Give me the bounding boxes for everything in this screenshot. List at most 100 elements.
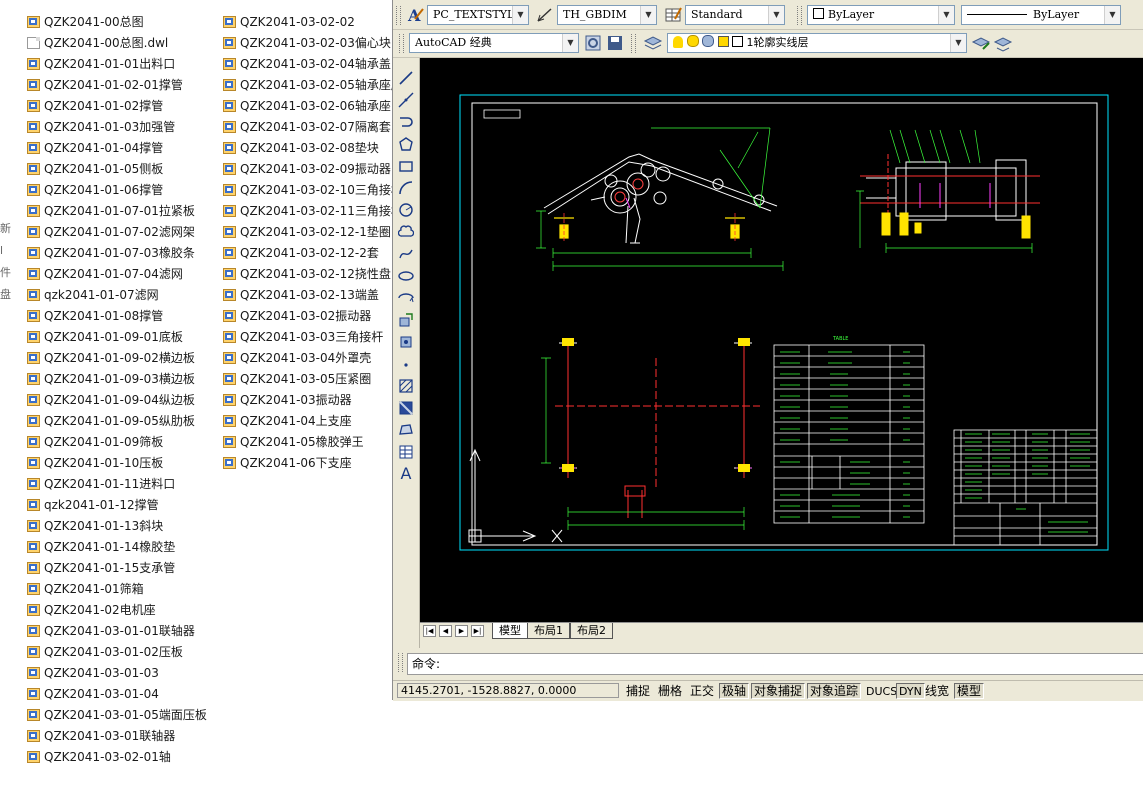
- file-list-item[interactable]: QZK2041-03-02-06轴承座: [223, 96, 403, 117]
- file-list-item[interactable]: QZK2041-03-03三角接杆: [223, 327, 403, 348]
- gradient-tool-icon[interactable]: [395, 398, 417, 418]
- file-list-item[interactable]: QZK2041-01-09-03横边板: [27, 369, 207, 390]
- ellipse-arc-tool-icon[interactable]: [395, 288, 417, 308]
- file-list-item[interactable]: QZK2041-01筛箱: [27, 579, 207, 600]
- ellipse-tool-icon[interactable]: [395, 266, 417, 286]
- osnap-toggle[interactable]: 对象捕捉: [751, 683, 806, 699]
- multiline-text-tool-icon[interactable]: A: [395, 464, 417, 484]
- file-list-item[interactable]: QZK2041-03-05压紧圈: [223, 369, 403, 390]
- tab-layout1[interactable]: 布局1: [527, 623, 570, 639]
- linetype-dropdown[interactable]: ByLayer ▼: [961, 5, 1121, 25]
- file-list-item[interactable]: QZK2041-03-02-01轴: [27, 747, 207, 768]
- file-list-item[interactable]: QZK2041-03-02-10三角接杆: [223, 180, 403, 201]
- file-list-item[interactable]: QZK2041-01-11进料口: [27, 474, 207, 495]
- file-list-item[interactable]: QZK2041-01-09-02横边板: [27, 348, 207, 369]
- hatch-tool-icon[interactable]: [395, 376, 417, 396]
- file-list-item[interactable]: QZK2041-01-09筛板: [27, 432, 207, 453]
- file-list-item[interactable]: QZK2041-01-02-01撑管: [27, 75, 207, 96]
- file-list-item[interactable]: QZK2041-04上支座: [223, 411, 403, 432]
- construction-line-tool-icon[interactable]: [395, 90, 417, 110]
- file-list-item[interactable]: QZK2041-01-15支承管: [27, 558, 207, 579]
- file-list-item[interactable]: QZK2041-03-02-09振动器內: [223, 159, 403, 180]
- color-dropdown[interactable]: ByLayer ▼: [807, 5, 955, 25]
- file-list-item[interactable]: QZK2041-03-02-05轴承座压: [223, 75, 403, 96]
- model-space-toggle[interactable]: 模型: [954, 683, 985, 699]
- table-style-icon[interactable]: [663, 5, 683, 25]
- command-grip[interactable]: [398, 653, 403, 672]
- file-list-item[interactable]: QZK2041-03-02-08垫块: [223, 138, 403, 159]
- arc-tool-icon[interactable]: [395, 178, 417, 198]
- file-list-item[interactable]: qzk2041-01-12撑管: [27, 495, 207, 516]
- polygon-tool-icon[interactable]: [395, 134, 417, 154]
- file-list-item[interactable]: QZK2041-03-01-05端面压板: [27, 705, 207, 726]
- file-list-item[interactable]: QZK2041-03-02-03偏心块: [223, 33, 403, 54]
- text-style-dropdown[interactable]: PC_TEXTSTYLE ▼: [427, 5, 529, 25]
- file-list-item[interactable]: QZK2041-03-01-02压板: [27, 642, 207, 663]
- file-list-item[interactable]: QZK2041-01-09-01底板: [27, 327, 207, 348]
- file-list-item[interactable]: qzk2041-01-07滤网: [27, 285, 207, 306]
- revision-cloud-tool-icon[interactable]: [395, 222, 417, 242]
- file-list-item[interactable]: QZK2041-01-10压板: [27, 453, 207, 474]
- lineweight-toggle[interactable]: 线宽: [922, 683, 952, 699]
- file-list-item[interactable]: QZK2041-01-04撑管: [27, 138, 207, 159]
- file-list-item[interactable]: QZK2041-01-05侧板: [27, 159, 207, 180]
- file-list-item[interactable]: QZK2041-00总图.dwl: [27, 33, 207, 54]
- table-style-dropdown[interactable]: Standard ▼: [685, 5, 785, 25]
- file-list-item[interactable]: QZK2041-01-09-04纵边板: [27, 390, 207, 411]
- file-list-item[interactable]: QZK2041-03-02-11三角接杆: [223, 201, 403, 222]
- tab-model[interactable]: 模型: [492, 623, 528, 639]
- ducs-toggle[interactable]: DUCS: [863, 683, 900, 699]
- file-list-item[interactable]: QZK2041-03-01-01联轴器: [27, 621, 207, 642]
- workspace-settings-icon[interactable]: [583, 33, 603, 53]
- first-tab-icon[interactable]: |◀: [423, 625, 436, 637]
- file-list-item[interactable]: QZK2041-03-01-03: [27, 663, 207, 684]
- file-list-item[interactable]: QZK2041-03-02-12-2套: [223, 243, 403, 264]
- file-list-item[interactable]: QZK2041-05橡胶弹王: [223, 432, 403, 453]
- dim-style-dropdown[interactable]: TH_GBDIM ▼: [557, 5, 657, 25]
- grid-toggle[interactable]: 栅格: [655, 683, 685, 699]
- prev-tab-icon[interactable]: ◀: [439, 625, 452, 637]
- file-list-item[interactable]: QZK2041-03-02-07隔离套: [223, 117, 403, 138]
- layer-previous-icon[interactable]: [993, 33, 1013, 53]
- polyline-tool-icon[interactable]: [395, 112, 417, 132]
- toolbar-grip[interactable]: [396, 6, 401, 25]
- last-tab-icon[interactable]: ▶|: [471, 625, 484, 637]
- point-tool-icon[interactable]: [395, 354, 417, 374]
- polar-toggle[interactable]: 极轴: [719, 683, 750, 699]
- file-list-item[interactable]: QZK2041-03振动器: [223, 390, 403, 411]
- next-tab-icon[interactable]: ▶: [455, 625, 468, 637]
- table-tool-icon[interactable]: [395, 442, 417, 462]
- file-list-item[interactable]: QZK2041-03-04外罩壳: [223, 348, 403, 369]
- layer-dropdown[interactable]: 1轮廓实线层 ▼: [667, 33, 967, 53]
- make-block-tool-icon[interactable]: [395, 332, 417, 352]
- file-list-item[interactable]: QZK2041-01-06撑管: [27, 180, 207, 201]
- dim-style-icon[interactable]: [535, 5, 555, 25]
- file-list-item[interactable]: QZK2041-03-01-04: [27, 684, 207, 705]
- make-current-layer-icon[interactable]: [971, 33, 991, 53]
- insert-block-tool-icon[interactable]: [395, 310, 417, 330]
- file-list-item[interactable]: QZK2041-06下支座: [223, 453, 403, 474]
- file-list-item[interactable]: QZK2041-01-09-05纵肋板: [27, 411, 207, 432]
- file-list-item[interactable]: QZK2041-01-07-03橡胶条: [27, 243, 207, 264]
- file-list-item[interactable]: QZK2041-03-02-12-1垫圈: [223, 222, 403, 243]
- file-list-item[interactable]: QZK2041-01-13斜块: [27, 516, 207, 537]
- file-list-item[interactable]: QZK2041-01-07-01拉紧板: [27, 201, 207, 222]
- region-tool-icon[interactable]: [395, 420, 417, 440]
- file-list-item[interactable]: QZK2041-03-02-13端盖: [223, 285, 403, 306]
- command-line-input[interactable]: 命令:: [407, 653, 1143, 675]
- spline-tool-icon[interactable]: [395, 244, 417, 264]
- file-list-item[interactable]: QZK2041-03-02-04轴承盖: [223, 54, 403, 75]
- otrack-toggle[interactable]: 对象追踪: [807, 683, 862, 699]
- file-list-item[interactable]: QZK2041-01-02撑管: [27, 96, 207, 117]
- text-style-icon[interactable]: A: [405, 5, 425, 25]
- snap-toggle[interactable]: 捕捉: [623, 683, 653, 699]
- file-list-item[interactable]: QZK2041-03-02振动器: [223, 306, 403, 327]
- file-list-item[interactable]: QZK2041-01-07-04滤网: [27, 264, 207, 285]
- dyn-toggle[interactable]: DYN: [896, 683, 925, 699]
- toolbar-grip[interactable]: [399, 34, 404, 53]
- file-list-item[interactable]: QZK2041-01-01出料口: [27, 54, 207, 75]
- layer-manager-icon[interactable]: [643, 33, 663, 53]
- file-list-item[interactable]: QZK2041-02电机座: [27, 600, 207, 621]
- file-list-item[interactable]: QZK2041-01-08撑管: [27, 306, 207, 327]
- file-list-item[interactable]: QZK2041-03-01联轴器: [27, 726, 207, 747]
